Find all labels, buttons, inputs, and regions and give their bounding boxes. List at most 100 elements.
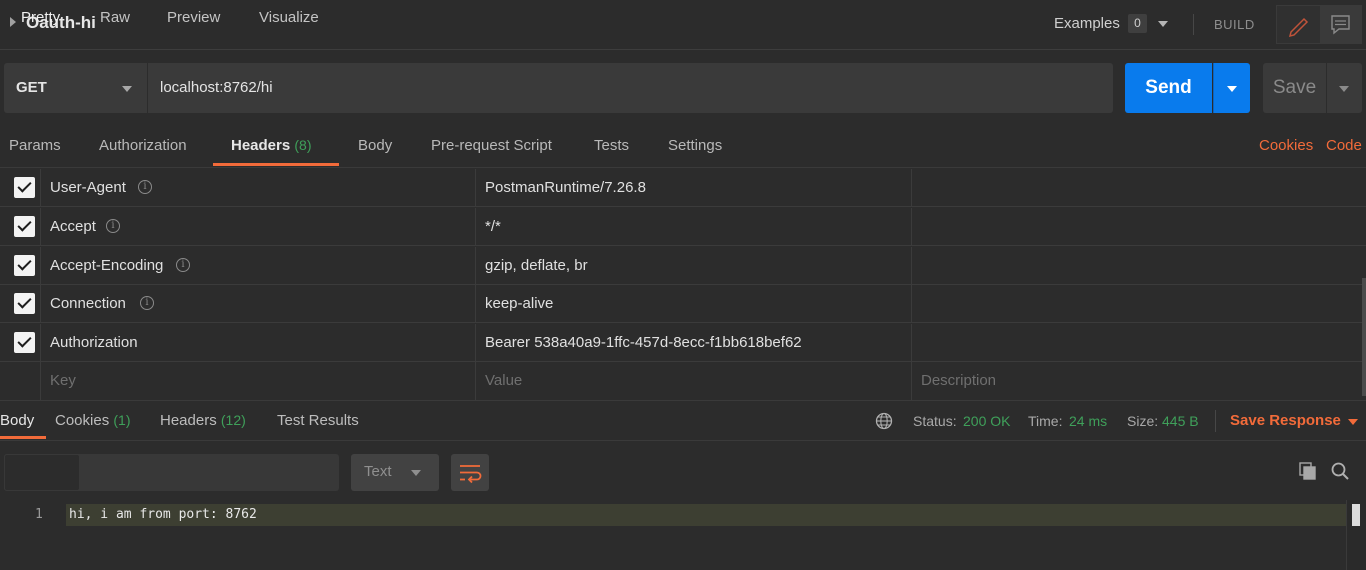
status-label: Status: <box>913 413 957 429</box>
key-input[interactable]: Key <box>50 372 76 389</box>
wrap-lines-button[interactable] <box>451 454 489 491</box>
header-key[interactable]: Accept-Encoding <box>50 257 163 274</box>
examples-button[interactable]: Examples <box>1054 15 1120 32</box>
tab-headers[interactable]: Headers (8) <box>231 137 312 154</box>
tab-response-body[interactable]: Body <box>0 412 34 429</box>
header-value[interactable]: Bearer 538a40a9-1ffc-457d-8ecc-f1bb618be… <box>485 334 802 351</box>
chevron-down-icon <box>411 470 421 476</box>
view-pretty-button[interactable]: Pretty <box>21 9 60 26</box>
comment-icon <box>1331 15 1350 35</box>
checkbox-checked-icon[interactable] <box>14 216 35 237</box>
header-value[interactable]: PostmanRuntime/7.26.8 <box>485 179 646 196</box>
globe-icon[interactable] <box>875 412 893 430</box>
header-value[interactable]: keep-alive <box>485 295 553 312</box>
comments-button[interactable] <box>1320 6 1361 43</box>
copy-icon[interactable] <box>1298 461 1318 481</box>
chevron-down-icon[interactable] <box>1158 21 1168 27</box>
method-select[interactable]: GET <box>4 63 147 113</box>
tab-prerequest-script[interactable]: Pre-request Script <box>431 137 552 154</box>
header-row: Accept i */* <box>0 208 1366 246</box>
header-row: Authorization Bearer 538a40a9-1ffc-457d-… <box>0 324 1366 362</box>
tab-response-headers[interactable]: Headers (12) <box>160 412 246 429</box>
info-icon[interactable]: i <box>106 219 120 233</box>
description-input[interactable]: Description <box>921 372 996 389</box>
scrollbar-thumb[interactable] <box>1352 504 1360 526</box>
tab-headers-label: Headers <box>231 137 291 154</box>
edit-button[interactable] <box>1277 6 1320 43</box>
code-line[interactable]: 1 hi, i am from port: 8762 <box>0 504 1346 526</box>
search-icon[interactable] <box>1330 461 1350 481</box>
value-input[interactable]: Value <box>485 372 522 389</box>
url-text: localhost:8762/hi <box>160 79 273 96</box>
info-icon[interactable]: i <box>140 296 154 310</box>
header-key[interactable]: Connection <box>50 295 126 312</box>
caret-right-icon[interactable] <box>10 17 16 27</box>
wrap-lines-icon <box>460 465 482 484</box>
header-row: Connection i keep-alive <box>0 285 1366 323</box>
header-value[interactable]: gzip, deflate, br <box>485 257 588 274</box>
save-options-button[interactable] <box>1326 63 1362 113</box>
send-button[interactable]: Send <box>1125 63 1212 113</box>
tab-body[interactable]: Body <box>358 137 392 154</box>
tab-tests[interactable]: Tests <box>594 137 629 154</box>
line-text[interactable]: hi, i am from port: 8762 <box>69 507 257 522</box>
method-label: GET <box>16 79 47 96</box>
view-raw-button[interactable]: Raw <box>100 9 130 26</box>
pencil-icon <box>1288 17 1309 38</box>
checkbox-checked-icon[interactable] <box>14 177 35 198</box>
cookies-link[interactable]: Cookies <box>1259 137 1313 154</box>
view-preview-button[interactable]: Preview <box>167 9 220 26</box>
chevron-down-icon <box>1339 86 1349 92</box>
active-tab-indicator <box>213 163 339 166</box>
tab-authorization[interactable]: Authorization <box>99 137 187 154</box>
scrollbar[interactable] <box>1346 500 1366 570</box>
mode-toggle-group <box>1276 5 1362 44</box>
save-response-button[interactable]: Save Response <box>1230 412 1341 429</box>
time-label: Time: <box>1028 413 1063 429</box>
info-icon[interactable]: i <box>138 180 152 194</box>
save-button[interactable]: Save <box>1263 63 1326 113</box>
tab-headers-count: (8) <box>294 137 312 153</box>
tab-response-cookies-count: (1) <box>113 412 131 428</box>
new-header-row: Key Value Description <box>0 362 1366 400</box>
header-value[interactable]: */* <box>485 218 501 235</box>
divider <box>1215 410 1216 432</box>
format-select[interactable]: Text <box>351 454 439 491</box>
header-key[interactable]: User-Agent <box>50 179 126 196</box>
status-value[interactable]: 200 OK <box>963 413 1010 429</box>
chevron-down-icon <box>1227 86 1237 92</box>
time-value[interactable]: 24 ms <box>1069 413 1107 429</box>
view-visualize-button[interactable]: Visualize <box>259 9 319 26</box>
tab-settings[interactable]: Settings <box>668 137 722 154</box>
size-label: Size: <box>1127 413 1159 429</box>
checkbox-checked-icon[interactable] <box>14 255 35 276</box>
header-key[interactable]: Accept <box>50 218 96 235</box>
format-label: Text <box>364 463 392 480</box>
tab-test-results[interactable]: Test Results <box>277 412 359 429</box>
header-key[interactable]: Authorization <box>50 334 138 351</box>
chevron-down-icon[interactable] <box>1348 419 1358 425</box>
tab-response-headers-label: Headers <box>160 412 217 429</box>
header-row: User-Agent i PostmanRuntime/7.26.8 <box>0 169 1366 207</box>
build-mode-button[interactable]: BUILD <box>1214 17 1255 32</box>
send-options-button[interactable] <box>1213 63 1250 113</box>
scrollbar[interactable] <box>1362 278 1366 396</box>
active-tab-indicator <box>0 436 46 439</box>
chevron-down-icon <box>122 86 132 92</box>
tab-response-cookies-label: Cookies <box>55 412 110 429</box>
line-number: 1 <box>35 507 43 522</box>
info-icon[interactable]: i <box>176 258 190 272</box>
tab-params[interactable]: Params <box>9 137 61 154</box>
line-highlight <box>66 504 1346 526</box>
divider <box>1193 14 1194 35</box>
examples-count-badge: 0 <box>1128 14 1147 33</box>
url-input[interactable]: localhost:8762/hi <box>147 63 1113 113</box>
view-pretty-active-bg <box>4 454 80 491</box>
code-link[interactable]: Code <box>1326 137 1362 154</box>
divider <box>0 167 1366 168</box>
size-value[interactable]: 445 B <box>1162 413 1199 429</box>
checkbox-checked-icon[interactable] <box>14 293 35 314</box>
header-row: Accept-Encoding i gzip, deflate, br <box>0 247 1366 285</box>
checkbox-checked-icon[interactable] <box>14 332 35 353</box>
tab-response-cookies[interactable]: Cookies (1) <box>55 412 131 429</box>
